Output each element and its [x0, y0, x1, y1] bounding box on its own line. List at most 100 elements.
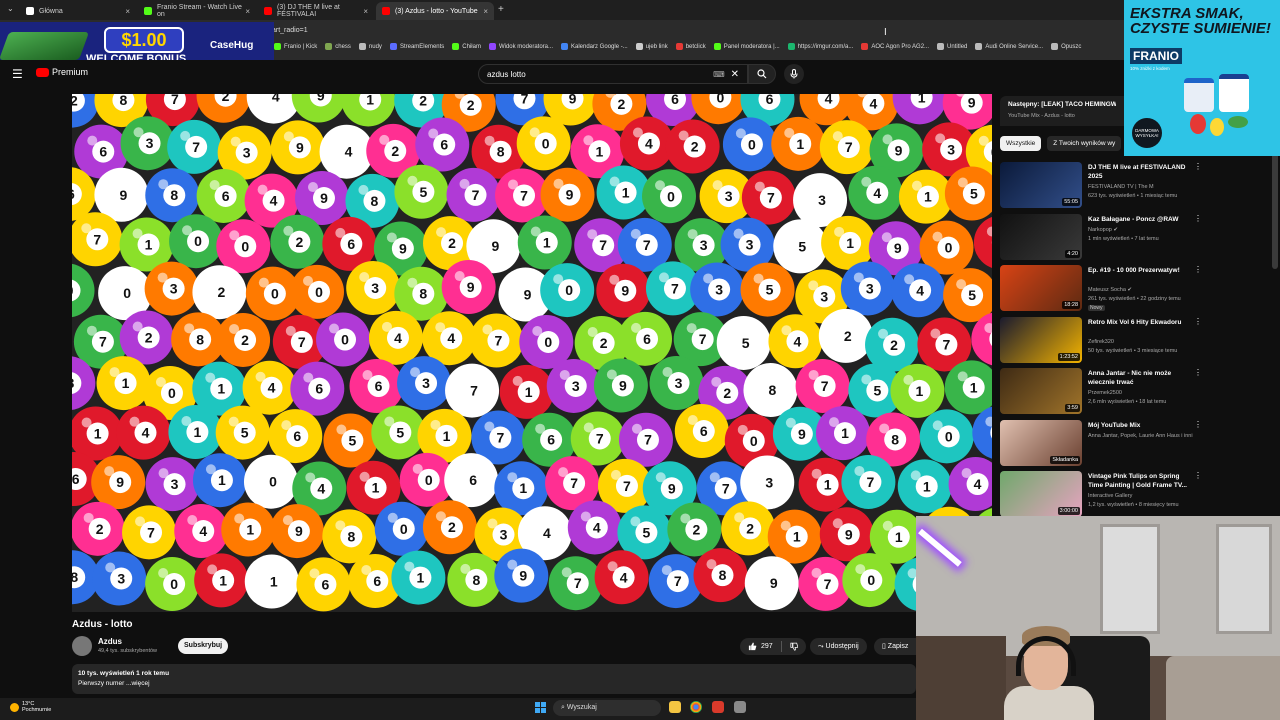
- bookmark-item[interactable]: betclick: [675, 43, 706, 50]
- new-tab-button[interactable]: +: [498, 4, 504, 15]
- bookmark-item[interactable]: ujeb link: [635, 43, 668, 50]
- video-thumbnail[interactable]: 55:05: [1000, 162, 1082, 208]
- browser-tab-glowna[interactable]: Główna ×: [20, 2, 136, 20]
- recommended-video[interactable]: 1:23:52 Retro Mix Vol 6 Hity Ekwadoru Zefi…: [1000, 315, 1216, 367]
- windows-taskbar: [0, 698, 916, 720]
- video-title[interactable]: Anna Jantar - Nic nie może wiecznie trwa…: [1088, 369, 1196, 387]
- video-thumbnail[interactable]: 3:59: [1000, 368, 1082, 414]
- svg-text:1: 1: [519, 480, 527, 496]
- more-options-icon[interactable]: ⋮: [1194, 368, 1202, 377]
- bookmark-item[interactable]: Untitled: [937, 43, 967, 50]
- more-options-icon[interactable]: ⋮: [1194, 420, 1202, 429]
- bookmark-item[interactable]: Chiłam: [452, 43, 481, 50]
- taskbar-search[interactable]: ⌕ Wyszukaj: [553, 700, 661, 716]
- bookmark-item[interactable]: Kalendarz Google -...: [561, 43, 628, 50]
- svg-text:2: 2: [222, 94, 230, 104]
- next-up-card[interactable]: Następny: [LEAK] TACO HEMINGWAY YouTube …: [1000, 96, 1124, 126]
- app-icon[interactable]: [734, 701, 746, 713]
- view-count-date: 10 tys. wyświetleń 1 rok temu: [78, 670, 170, 677]
- svg-text:9: 9: [845, 526, 853, 542]
- more-options-icon[interactable]: ⋮: [1194, 317, 1202, 326]
- close-tab-icon[interactable]: ×: [363, 7, 368, 16]
- bookmark-item[interactable]: Franio | Kick: [274, 43, 317, 50]
- close-tab-icon[interactable]: ×: [125, 7, 130, 16]
- video-title[interactable]: Ep. #19 - 10 000 Prezerwatyw!: [1088, 266, 1196, 275]
- bookmark-item[interactable]: Audi Online Service...: [975, 43, 1043, 50]
- bookmark-item[interactable]: chess: [325, 43, 351, 50]
- svg-text:2: 2: [723, 385, 731, 401]
- thumbs-down-icon[interactable]: [790, 642, 798, 651]
- recommended-video[interactable]: 55:05 DJ THE M live at FESTIVALAND 2025 FE…: [1000, 160, 1216, 212]
- voice-search-button[interactable]: [784, 64, 804, 84]
- video-title[interactable]: Vintage Pink Tulips on Spring Time Paint…: [1088, 472, 1196, 490]
- channel-name[interactable]: Azdus: [98, 637, 122, 646]
- keyboard-icon[interactable]: ⌨: [713, 70, 725, 79]
- lotto-ball: 2: [667, 502, 722, 557]
- close-tab-icon[interactable]: ×: [245, 7, 250, 16]
- bookmark-item[interactable]: https://imgur.com/a...: [787, 43, 853, 50]
- svg-text:0: 0: [716, 94, 724, 105]
- recommended-video[interactable]: 18:28 Ep. #19 - 10 000 Prezerwatyw! Mateus…: [1000, 263, 1216, 315]
- video-title[interactable]: DJ THE M live at FESTIVALAND 2025: [1088, 163, 1196, 181]
- chip-all[interactable]: Wszystkie: [1000, 136, 1042, 151]
- bookmark-item[interactable]: Opuszc: [1051, 43, 1081, 50]
- svg-text:2: 2: [448, 519, 456, 535]
- like-button[interactable]: 297: [748, 642, 773, 651]
- subscribe-button[interactable]: Subskrybuj: [178, 638, 229, 654]
- hamburger-menu-icon[interactable]: ☰: [12, 67, 23, 81]
- video-thumbnail[interactable]: 18:28: [1000, 265, 1082, 311]
- obs-icon[interactable]: [712, 701, 724, 713]
- search-input[interactable]: azdus lotto ⌨ ✕: [478, 64, 748, 84]
- recommended-video[interactable]: 3:00:00 Vintage Pink Tulips on Spring Tim…: [1000, 469, 1216, 521]
- recommended-video[interactable]: 3:59 Anna Jantar - Nic nie może wiecznie …: [1000, 366, 1216, 418]
- svg-text:9: 9: [320, 190, 328, 206]
- subscriber-count: 49,4 tys. subskrybentów: [98, 648, 158, 654]
- browser-tab-dj-the-m[interactable]: (3) DJ THE M live at FESTIVALAI ×: [258, 2, 374, 20]
- chip-from-your-results[interactable]: Z Twoich wyników wy: [1047, 136, 1122, 151]
- lotto-ball: 3: [145, 457, 200, 512]
- clear-search-icon[interactable]: ✕: [731, 69, 739, 80]
- ad-headline: EKSTRA SMAK, CZYSTE SUMIENIE!: [1130, 5, 1271, 37]
- tab-label: (3) DJ THE M live at FESTIVALAI: [277, 4, 340, 18]
- search-button[interactable]: [748, 64, 776, 84]
- description-box[interactable]: 10 tys. wyświetleń 1 rok temu Pierwszy n…: [72, 664, 916, 694]
- video-title[interactable]: Kaz Bałagane - Poncz @RAW: [1088, 215, 1196, 224]
- tab-list-chevron-icon[interactable]: ⌄: [7, 4, 14, 13]
- bookmark-item[interactable]: Widok moderatora...: [488, 43, 553, 50]
- svg-text:7: 7: [99, 334, 107, 350]
- video-title[interactable]: Retro Mix Vol 6 Hity Ekwadoru: [1088, 318, 1196, 327]
- address-bar[interactable]: art_radio=1: [272, 27, 308, 34]
- weather-widget[interactable]: 13°C Pochmurnie: [10, 701, 51, 713]
- recommended-video[interactable]: Składanka Mój YouTube Mix Anna Jantar, Pop…: [1000, 418, 1216, 470]
- svg-text:5: 5: [970, 186, 978, 202]
- video-thumbnail[interactable]: 4:20: [1000, 213, 1082, 260]
- more-options-icon[interactable]: ⋮: [1194, 162, 1202, 171]
- more-options-icon[interactable]: ⋮: [1194, 471, 1202, 480]
- recommended-video[interactable]: 4:20 Kaz Bałagane - Poncz @RAW Narkopop ✔ 1…: [1000, 212, 1216, 264]
- video-thumbnail[interactable]: 3:00:00: [1000, 471, 1082, 517]
- bookmark-item[interactable]: StreamElements: [389, 43, 444, 50]
- video-thumbnail[interactable]: Składanka: [1000, 419, 1082, 466]
- chrome-icon[interactable]: [690, 701, 702, 713]
- browser-tab-azdus-lotto[interactable]: (3) Azdus - lotto - YouTube ×: [376, 2, 494, 20]
- share-button[interactable]: ⤳ Udostępnij: [810, 638, 867, 655]
- svg-text:3: 3: [500, 527, 508, 543]
- video-title[interactable]: Mój YouTube Mix: [1088, 421, 1196, 430]
- windows-start-icon[interactable]: [535, 702, 546, 713]
- bookmark-item[interactable]: nudy: [358, 43, 382, 50]
- browser-tab-franio-stream[interactable]: Franio Stream - Watch Live on ×: [138, 2, 256, 20]
- close-tab-icon[interactable]: ×: [483, 7, 488, 16]
- bookmark-item[interactable]: Panel moderatora |...: [713, 43, 780, 50]
- kick-logo-icon: [144, 7, 152, 15]
- more-options-icon[interactable]: ⋮: [1194, 265, 1202, 274]
- video-thumbnail[interactable]: 1:23:52: [1000, 316, 1082, 363]
- more-options-icon[interactable]: ⋮: [1194, 214, 1202, 223]
- video-player[interactable]: 2 8 7 2 4 9 1 2 2 7 9 2 6 0 6 4 4 1 9 6 3 7 3 9 4 2 6 8 0 1 4 2 0 1 7 9 3 0 6 9…: [72, 94, 992, 612]
- youtube-logo[interactable]: Premium: [36, 67, 88, 77]
- bookmark-item[interactable]: AOC Agon Pro AG2...: [861, 43, 929, 50]
- file-explorer-icon[interactable]: [669, 701, 681, 713]
- avatar[interactable]: [72, 636, 92, 656]
- svg-text:9: 9: [621, 283, 629, 299]
- svg-text:2: 2: [746, 520, 754, 536]
- save-button[interactable]: ▯ Zapisz: [874, 638, 916, 655]
